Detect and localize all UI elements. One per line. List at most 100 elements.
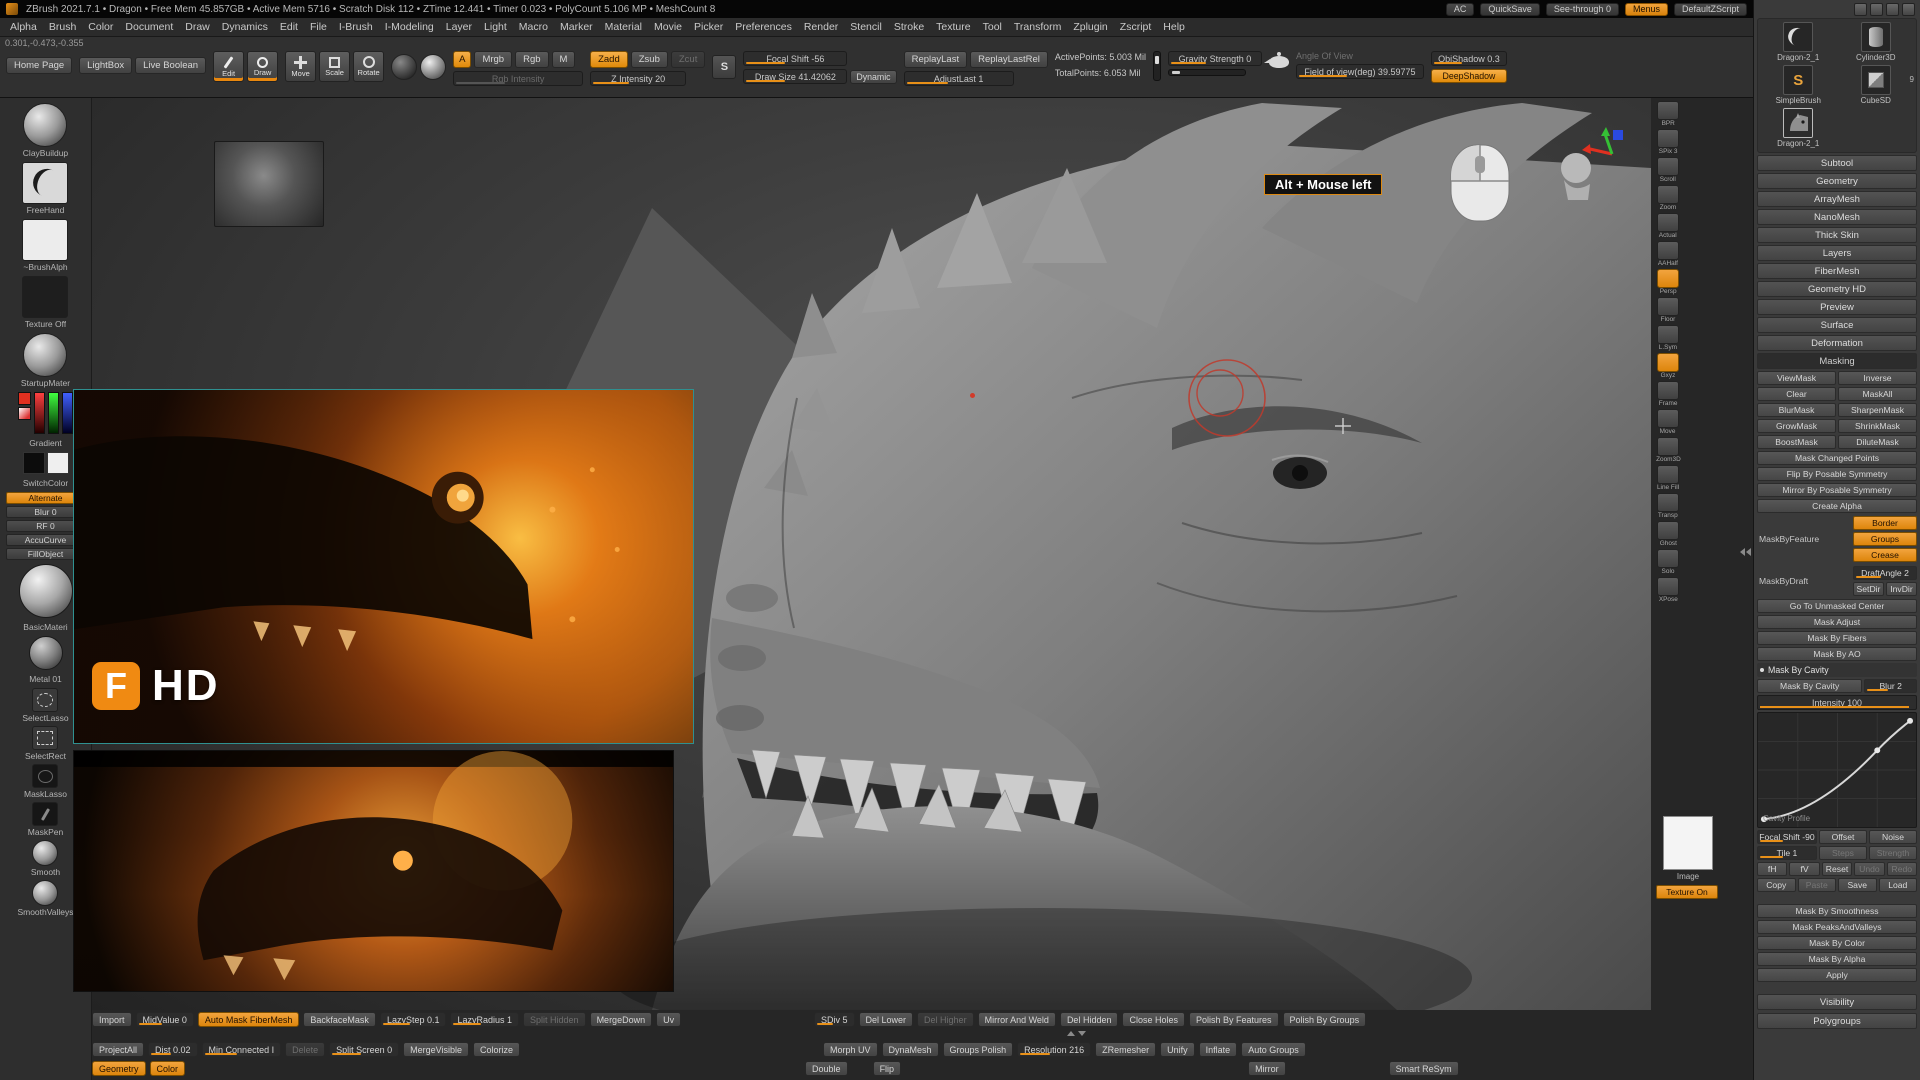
- draft-dir-button[interactable]: InvDir: [1886, 582, 1917, 596]
- shelf-button[interactable]: Dist 0.02: [148, 1042, 198, 1057]
- mini-sphere-icon[interactable]: [1902, 3, 1915, 16]
- menu-item[interactable]: File: [304, 18, 333, 36]
- tool-slot[interactable]: SelectLasso: [22, 688, 68, 723]
- mask-wide-button[interactable]: Mask By AO: [1757, 647, 1917, 661]
- material-swatch[interactable]: [420, 54, 446, 80]
- shelf-button[interactable]: Inflate: [1199, 1042, 1238, 1057]
- replay-last-rel-button[interactable]: ReplayLastRel: [970, 51, 1048, 68]
- menu-item[interactable]: Zscript: [1114, 18, 1158, 36]
- field-of-view-slider[interactable]: Field of view(deg) 39.59775: [1296, 64, 1424, 79]
- draft-dir-button[interactable]: SetDir: [1853, 582, 1884, 596]
- curve-file-button[interactable]: Save: [1838, 878, 1877, 892]
- shelf-button[interactable]: Colorize: [473, 1042, 520, 1057]
- subpalette-header[interactable]: Polygroups: [1757, 1013, 1917, 1029]
- z-intensity-slider[interactable]: Z Intensity 20: [590, 71, 686, 86]
- menu-item[interactable]: Alpha: [4, 18, 43, 36]
- title-bar-chip[interactable]: AC: [1446, 3, 1475, 16]
- menu-item[interactable]: Picker: [688, 18, 729, 36]
- shelf-button[interactable]: Delete: [285, 1042, 325, 1057]
- menu-item[interactable]: I-Modeling: [379, 18, 440, 36]
- shelf-button[interactable]: Auto Mask FiberMesh: [198, 1012, 300, 1027]
- tool-thumbnail[interactable]: [32, 840, 58, 866]
- menu-item[interactable]: Preferences: [729, 18, 798, 36]
- texture-image-thumbnail[interactable]: [1663, 816, 1713, 870]
- subpalette-header[interactable]: Geometry HD: [1757, 281, 1917, 297]
- strip-button[interactable]: L.Sym: [1657, 325, 1679, 351]
- menu-item[interactable]: Help: [1157, 18, 1191, 36]
- mask-button[interactable]: MaskAll: [1838, 387, 1917, 401]
- gravity-strength-slider[interactable]: Gravity Strength 0: [1168, 51, 1262, 66]
- subpalette-header[interactable]: Visibility: [1757, 994, 1917, 1010]
- move-button[interactable]: Move: [285, 51, 316, 82]
- menu-item[interactable]: Draw: [179, 18, 216, 36]
- lightbox-button[interactable]: LightBox: [79, 57, 132, 74]
- current-color-swatch[interactable]: [18, 392, 31, 405]
- cavity-tile-control[interactable]: Strength: [1869, 846, 1917, 860]
- tool-item-simplebrush[interactable]: S SimpleBrush: [1761, 65, 1836, 105]
- mask-button[interactable]: Inverse: [1838, 371, 1917, 385]
- mask-button[interactable]: SharpenMask: [1838, 403, 1917, 417]
- mrgb-button[interactable]: Mrgb: [474, 51, 512, 68]
- m-button[interactable]: M: [552, 51, 576, 68]
- rotate-button[interactable]: Rotate: [353, 51, 384, 82]
- strip-button-icon[interactable]: [1657, 353, 1679, 372]
- shelf-button[interactable]: Unify: [1160, 1042, 1195, 1057]
- menu-item[interactable]: Layer: [440, 18, 478, 36]
- shelf-button[interactable]: Polish By Groups: [1283, 1012, 1367, 1027]
- brush-slot[interactable]: Texture Off: [22, 276, 68, 329]
- tool-thumbnail[interactable]: [32, 726, 58, 750]
- zcut-button[interactable]: Zcut: [671, 51, 705, 68]
- shelf-button[interactable]: Geometry: [92, 1061, 146, 1076]
- switch-color-widget[interactable]: [23, 452, 69, 474]
- shelf-button[interactable]: Import: [92, 1012, 132, 1027]
- metal-sphere-thumbnail[interactable]: [29, 636, 63, 670]
- shelf-button[interactable]: SDiv 5: [814, 1012, 855, 1027]
- subpalette-header[interactable]: Subtool: [1757, 155, 1917, 171]
- menu-item[interactable]: Texture: [930, 18, 976, 36]
- shelf-button[interactable]: Del Higher: [917, 1012, 974, 1027]
- color-gradient-swatch[interactable]: [18, 407, 31, 420]
- strip-button[interactable]: Gxyz: [1657, 353, 1679, 379]
- brush-thumbnail[interactable]: [22, 219, 68, 261]
- shelf-button[interactable]: Auto Groups: [1241, 1042, 1306, 1057]
- red-channel-bar[interactable]: [34, 392, 45, 434]
- subpalette-header[interactable]: Thick Skin: [1757, 227, 1917, 243]
- strip-button[interactable]: Zoom: [1657, 185, 1679, 211]
- brush-slot[interactable]: StartupMater: [21, 333, 70, 388]
- strip-button[interactable]: Frame: [1657, 381, 1679, 407]
- strip-button-icon[interactable]: [1657, 465, 1679, 484]
- strip-button[interactable]: BPR: [1657, 101, 1679, 127]
- strip-button-icon[interactable]: [1657, 269, 1679, 288]
- strip-button[interactable]: Move: [1657, 409, 1679, 435]
- rgb-intensity-slider[interactable]: Rgb Intensity: [453, 71, 583, 86]
- gravity-track[interactable]: [1168, 69, 1246, 76]
- brush-thumbnail[interactable]: [22, 276, 68, 318]
- mask-by-cavity-section[interactable]: Mask By Cavity: [1757, 663, 1917, 677]
- deep-shadow-button[interactable]: DeepShadow: [1431, 69, 1507, 83]
- subpalette-header[interactable]: Deformation: [1757, 335, 1917, 351]
- title-bar-chip[interactable]: DefaultZScript: [1674, 3, 1747, 16]
- mask-wide-button[interactable]: Apply: [1757, 968, 1917, 982]
- strip-button[interactable]: Actual: [1657, 213, 1679, 239]
- feature-option-button[interactable]: Groups: [1853, 532, 1917, 546]
- focal-shift-slider[interactable]: Focal Shift -56: [743, 51, 847, 66]
- shelf-button[interactable]: Mirror And Weld: [978, 1012, 1056, 1027]
- material-sphere-thumbnail[interactable]: [19, 564, 73, 618]
- mask-button[interactable]: ViewMask: [1757, 371, 1836, 385]
- adjust-last-slider[interactable]: AdjustLast 1: [904, 71, 1014, 86]
- tool-slot[interactable]: MaskPen: [28, 802, 63, 837]
- color-picker[interactable]: [18, 392, 73, 434]
- brush-slot[interactable]: ClayBuildup: [23, 103, 68, 158]
- mask-wide-button[interactable]: Mask By Fibers: [1757, 631, 1917, 645]
- curve-edit-button[interactable]: Undo: [1854, 862, 1884, 876]
- curve-edit-button[interactable]: Redo: [1887, 862, 1917, 876]
- shelf-button[interactable]: Close Holes: [1122, 1012, 1185, 1027]
- menu-item[interactable]: Dynamics: [216, 18, 274, 36]
- draw-mode-button[interactable]: Draw: [247, 51, 278, 82]
- tool-slot[interactable]: SelectRect: [25, 726, 66, 761]
- strip-button[interactable]: SPix 3: [1657, 129, 1679, 155]
- mask-wide-button[interactable]: Mask By Color: [1757, 936, 1917, 950]
- menu-item[interactable]: Edit: [274, 18, 304, 36]
- mask-wide-button[interactable]: Mask Adjust: [1757, 615, 1917, 629]
- strip-button[interactable]: Ghost: [1657, 521, 1679, 547]
